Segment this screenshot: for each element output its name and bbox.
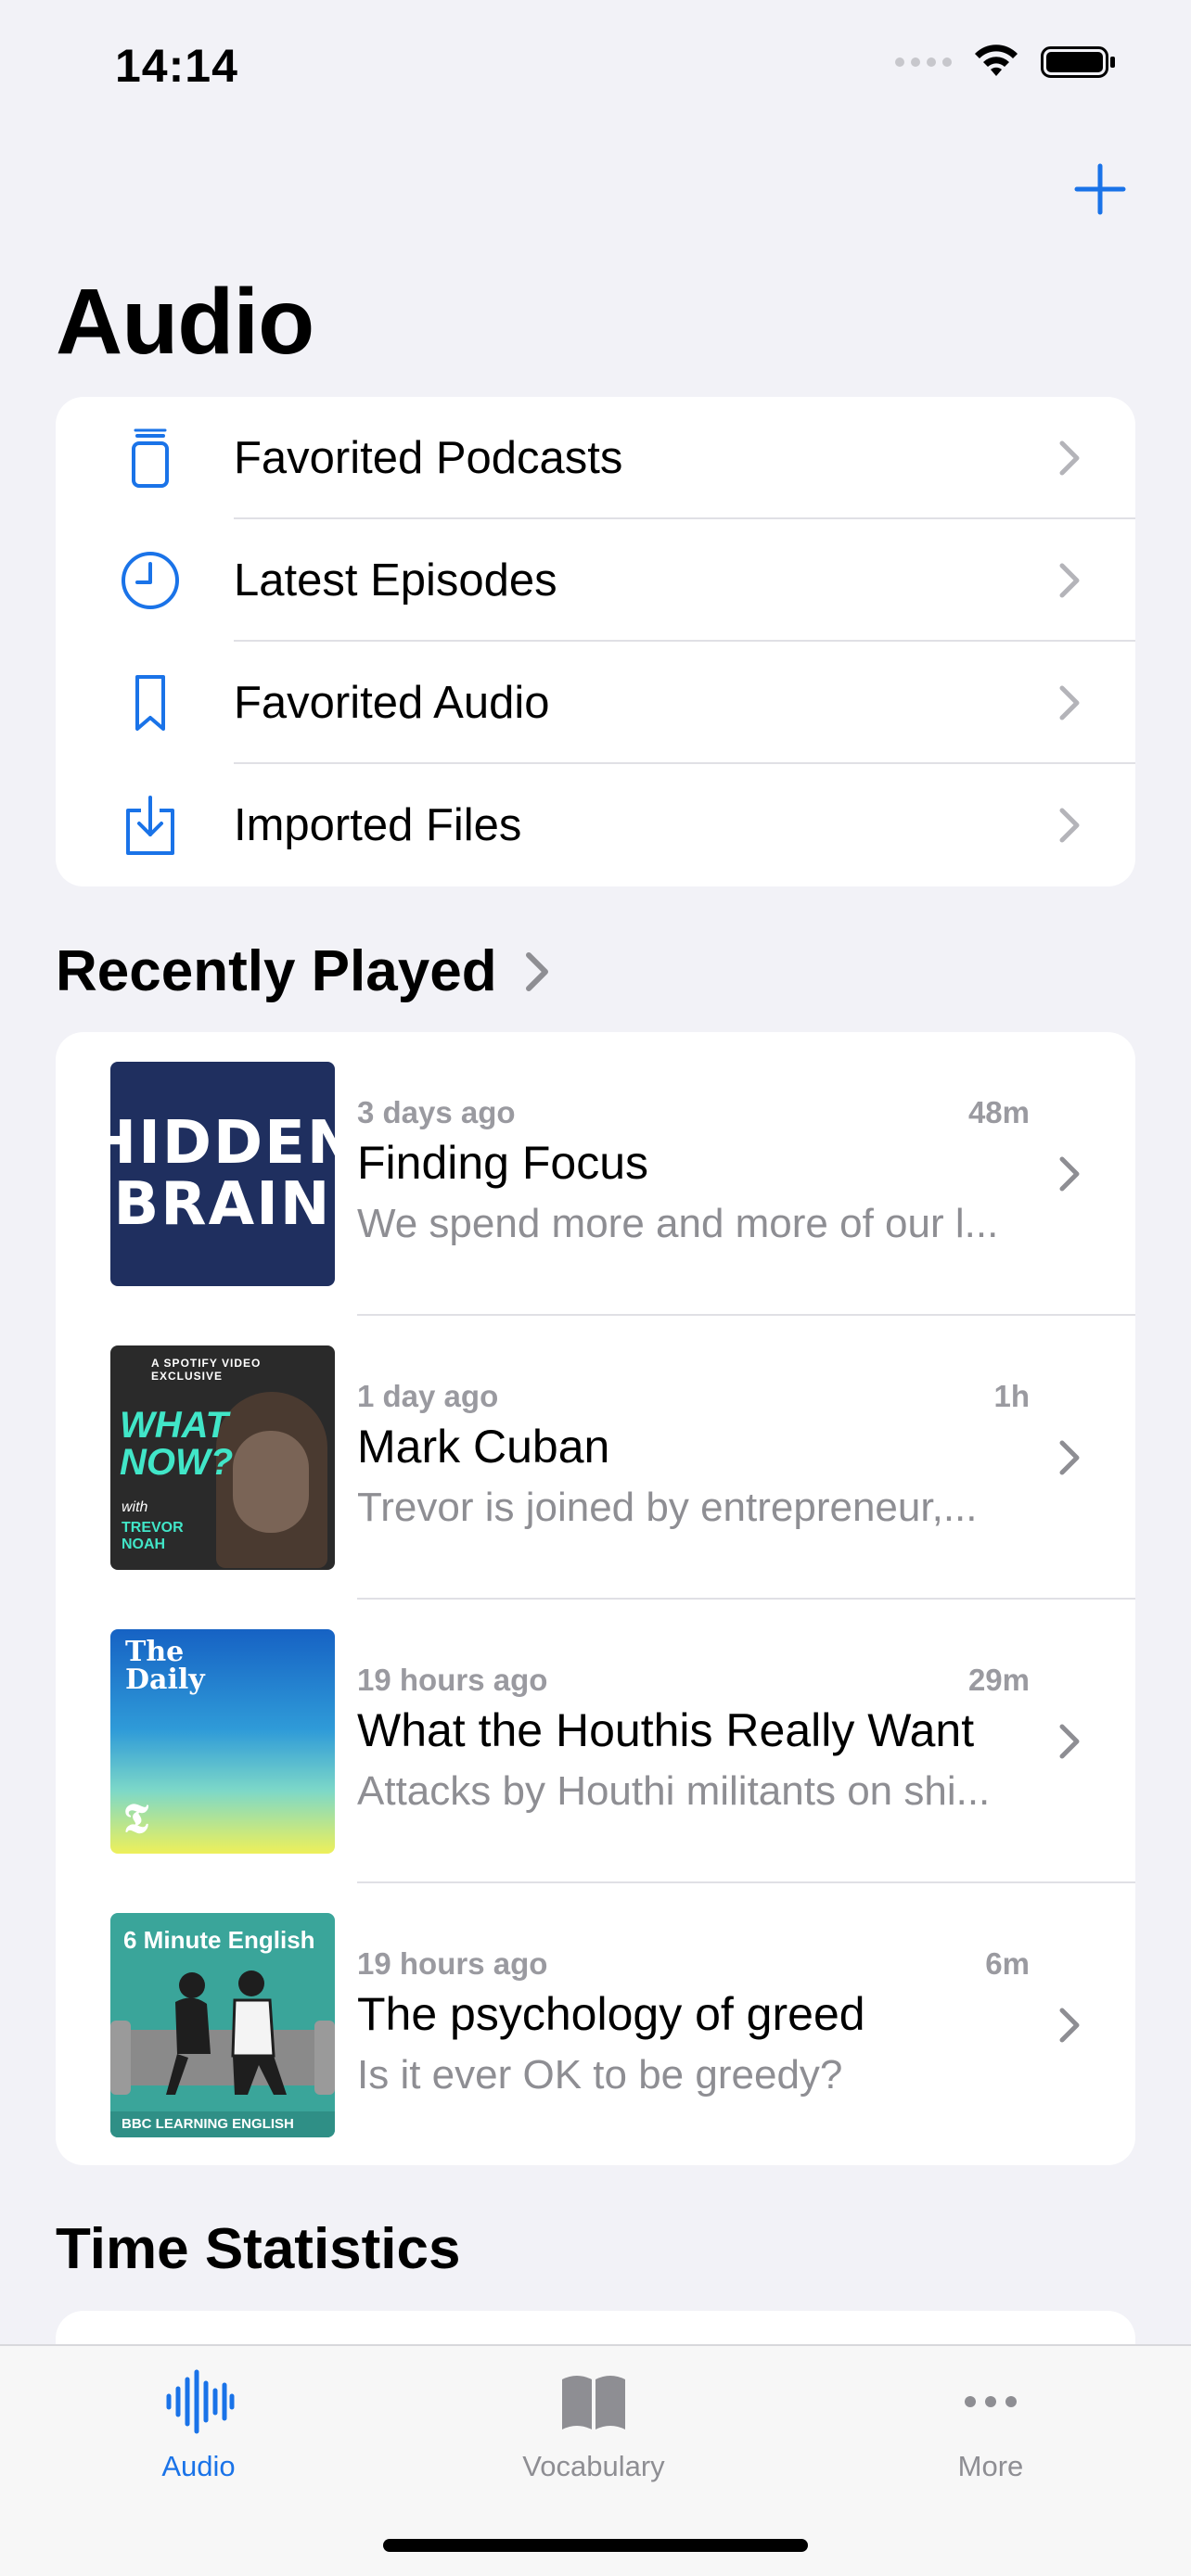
recently-played-list: HIDDEN BRAIN 3 days ago 48m Finding Focu… — [56, 1032, 1135, 2165]
chevron-right-icon — [1059, 1440, 1080, 1475]
menu-item-favorited-audio[interactable]: Favorited Audio — [56, 642, 1135, 764]
ellipsis-icon — [965, 2396, 1017, 2407]
nyt-logo-icon: 𝕿 — [123, 1795, 149, 1843]
waveform-icon — [166, 2369, 235, 2434]
bookmark-icon — [135, 675, 165, 731]
wifi-icon — [975, 45, 1018, 76]
episode-row[interactable]: The Daily 𝕿 19 hours ago 29m What the Ho… — [56, 1600, 1135, 1883]
menu-item-imported-files[interactable]: Imported Files — [56, 764, 1135, 886]
podcast-artwork-what-now: A SPOTIFY VIDEO EXCLUSIVE WHAT NOW? with… — [110, 1345, 335, 1570]
episode-played-time: 19 hours ago — [357, 1663, 548, 1697]
section-title: Recently Played — [56, 939, 497, 1003]
chevron-right-icon — [1059, 685, 1080, 721]
episode-row[interactable]: HIDDEN BRAIN 3 days ago 48m Finding Focu… — [56, 1032, 1135, 1316]
episode-title: What the Houthis Really Want — [357, 1704, 975, 1756]
chevron-right-icon — [1059, 808, 1080, 843]
episode-description: Attacks by Houthi militants on shi... — [357, 1768, 991, 1814]
plus-icon — [1074, 163, 1126, 215]
audio-menu-list: Favorited Podcasts Latest Episodes Favor… — [56, 397, 1135, 886]
home-indicator — [383, 2539, 808, 2552]
episode-duration: 48m — [967, 1095, 1030, 1129]
menu-item-latest-episodes[interactable]: Latest Episodes — [56, 519, 1135, 642]
episode-title: Finding Focus — [357, 1137, 649, 1189]
tab-label: Audio — [161, 2450, 236, 2482]
tab-label: Vocabulary — [522, 2450, 665, 2482]
episode-played-time: 3 days ago — [357, 1095, 516, 1129]
menu-item-label: Latest Episodes — [234, 555, 557, 606]
chevron-right-icon — [1059, 563, 1080, 598]
episode-description: Trevor is joined by entrepreneur,... — [357, 1485, 978, 1530]
status-icons — [895, 45, 1117, 80]
import-icon — [126, 796, 174, 855]
episode-row[interactable]: 6 Minute English BBC LEARNING ENGLISH 19… — [56, 1883, 1135, 2165]
chevron-right-icon — [525, 951, 548, 991]
time-statistics-header: Time Statistics — [56, 2216, 460, 2282]
cellular-signal-icon — [895, 57, 952, 67]
tab-label: More — [957, 2450, 1024, 2482]
chevron-right-icon — [1059, 1724, 1080, 1759]
episode-played-time: 1 day ago — [357, 1379, 499, 1413]
tab-more[interactable]: More — [852, 2365, 1130, 2483]
episode-row[interactable]: A SPOTIFY VIDEO EXCLUSIVE WHAT NOW? with… — [56, 1316, 1135, 1600]
podcast-artwork-6-minute-english: 6 Minute English BBC LEARNING ENGLISH — [110, 1913, 335, 2137]
episode-title: The psychology of greed — [357, 1988, 865, 2040]
book-icon — [562, 2376, 625, 2429]
podcasts-stack-icon — [132, 428, 169, 488]
menu-item-label: Favorited Audio — [234, 678, 550, 728]
episode-description: Is it ever OK to be greedy? — [357, 2052, 843, 2098]
episode-duration: 29m — [967, 1663, 1030, 1697]
page-title: Audio — [56, 270, 314, 374]
episode-description: We spend more and more of our l... — [357, 1201, 999, 1246]
podcast-artwork-hidden-brain: HIDDEN BRAIN — [110, 1062, 335, 1286]
add-button[interactable] — [1072, 161, 1128, 217]
menu-item-favorited-podcasts[interactable]: Favorited Podcasts — [56, 397, 1135, 519]
episode-duration: 6m — [985, 1946, 1030, 1981]
tab-vocabulary[interactable]: Vocabulary — [455, 2365, 733, 2483]
menu-item-label: Imported Files — [234, 800, 522, 850]
status-bar: 14:14 — [0, 0, 1191, 139]
chevron-right-icon — [1059, 1156, 1080, 1192]
recently-played-header[interactable]: Recently Played — [56, 938, 551, 1004]
episode-duration: 1h — [993, 1379, 1030, 1413]
section-title: Time Statistics — [56, 2217, 461, 2281]
status-time: 14:14 — [115, 40, 238, 92]
chevron-right-icon — [1059, 440, 1080, 476]
podcast-artwork-the-daily: The Daily 𝕿 — [110, 1629, 335, 1854]
episode-title: Mark Cuban — [357, 1421, 610, 1473]
episode-played-time: 19 hours ago — [357, 1946, 548, 1981]
illustration — [110, 1970, 335, 2095]
chevron-right-icon — [1059, 2008, 1080, 2043]
clock-icon — [122, 552, 179, 609]
menu-item-label: Favorited Podcasts — [234, 433, 623, 483]
battery-icon — [1041, 46, 1115, 78]
tab-audio[interactable]: Audio — [59, 2365, 338, 2483]
